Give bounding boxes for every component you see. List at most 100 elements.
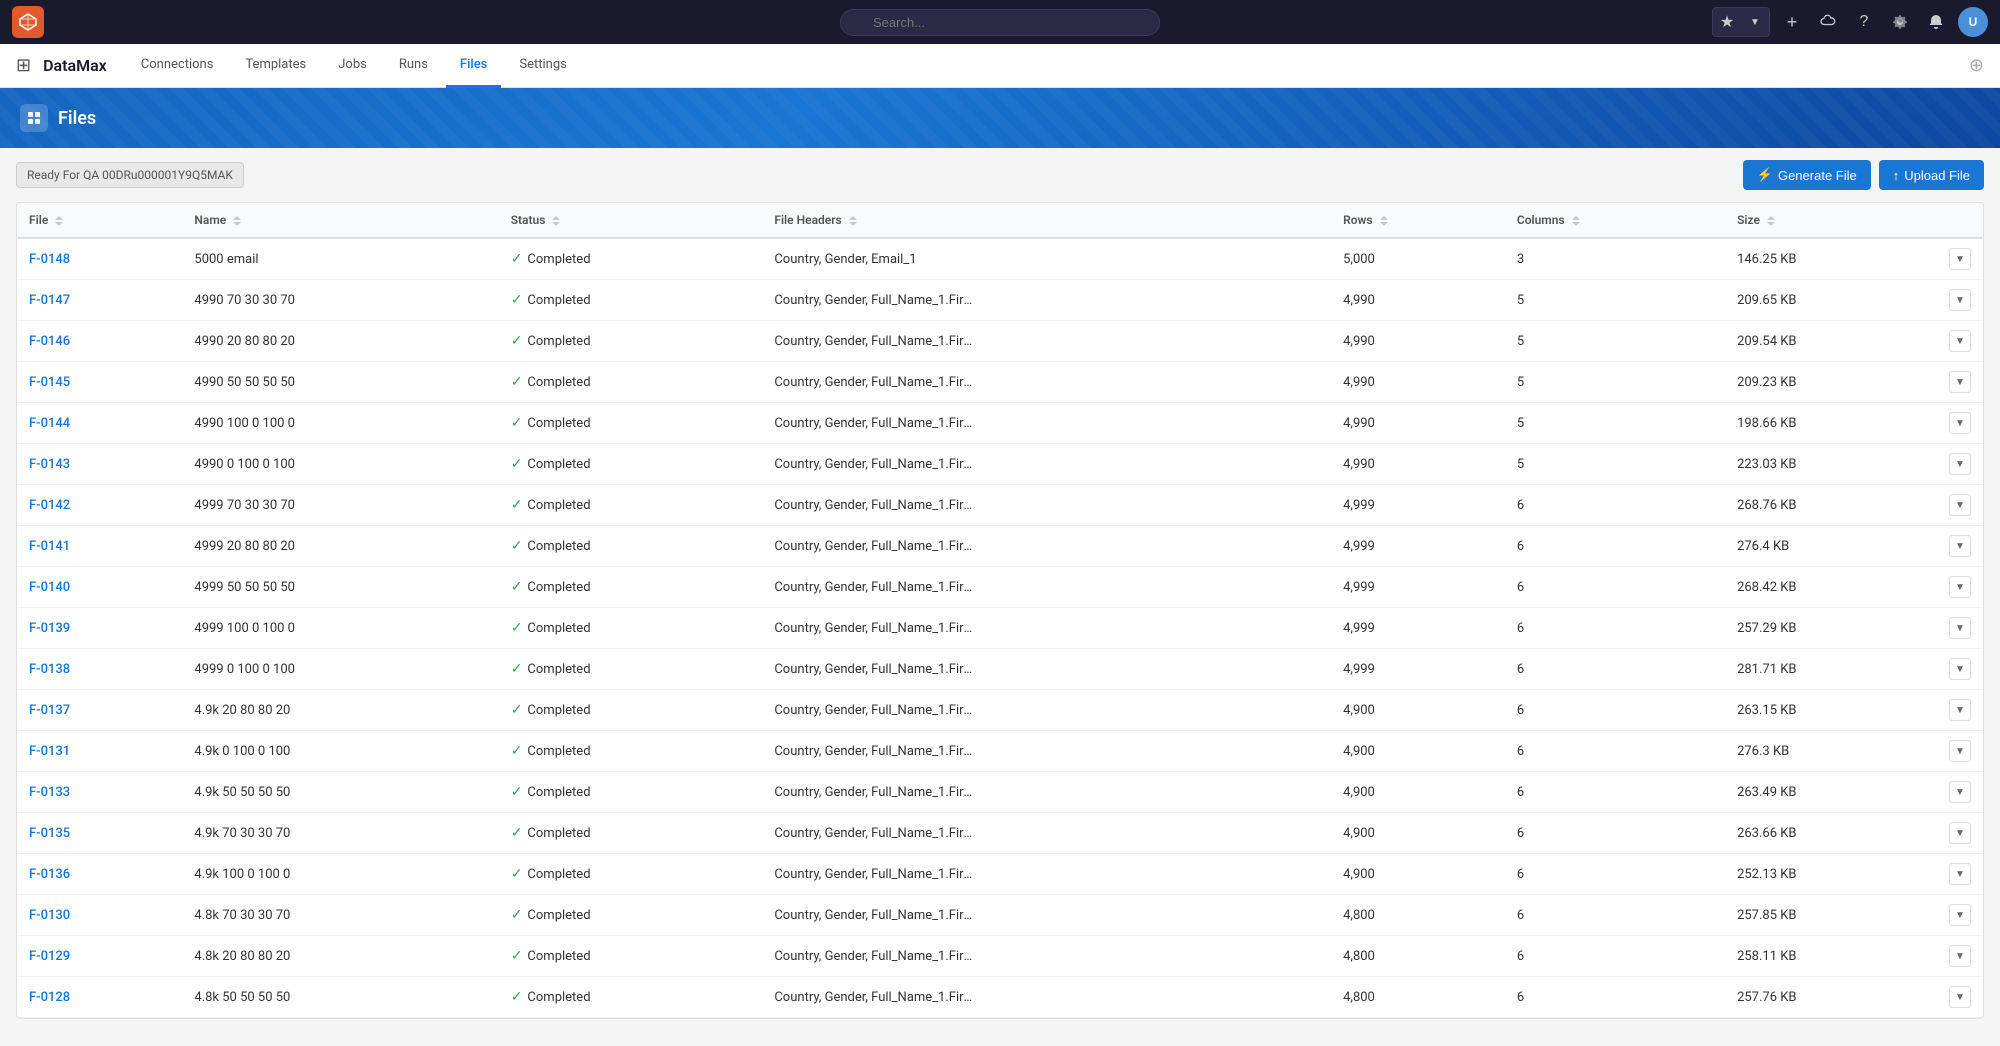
cell-rows-12: 4,900 bbox=[1331, 731, 1505, 772]
file-headers-16: Country, Gender, Full_Name_1.FirstNa... bbox=[774, 908, 974, 923]
row-action-dropdown-18[interactable]: ▼ bbox=[1949, 986, 1971, 1008]
table-row: F-0140 4999 50 50 50 50 ✓ Completed Coun… bbox=[17, 567, 1983, 608]
col-file-headers[interactable]: File Headers bbox=[762, 203, 1331, 238]
row-action-dropdown-7[interactable]: ▼ bbox=[1949, 535, 1971, 557]
nav-settings[interactable]: Settings bbox=[505, 44, 580, 88]
upload-file-button[interactable]: ↑ Upload File bbox=[1879, 160, 1984, 190]
nav-templates[interactable]: Templates bbox=[231, 44, 320, 88]
row-action-dropdown-9[interactable]: ▼ bbox=[1949, 617, 1971, 639]
row-action-dropdown-14[interactable]: ▼ bbox=[1949, 822, 1971, 844]
status-label-1: Completed bbox=[527, 293, 590, 308]
file-link-1[interactable]: F-0147 bbox=[29, 293, 70, 308]
cloud-button[interactable] bbox=[1814, 8, 1842, 36]
row-action-dropdown-15[interactable]: ▼ bbox=[1949, 863, 1971, 885]
file-headers-10: Country, Gender, Full_Name_1.FirstNa... bbox=[774, 662, 974, 677]
file-link-8[interactable]: F-0140 bbox=[29, 580, 70, 595]
file-link-6[interactable]: F-0142 bbox=[29, 498, 70, 513]
col-file[interactable]: File bbox=[17, 203, 182, 238]
row-action-dropdown-5[interactable]: ▼ bbox=[1949, 453, 1971, 475]
row-action-dropdown-3[interactable]: ▼ bbox=[1949, 371, 1971, 393]
file-link-11[interactable]: F-0137 bbox=[29, 703, 70, 718]
app-logo[interactable] bbox=[12, 6, 44, 38]
file-link-17[interactable]: F-0129 bbox=[29, 949, 70, 964]
row-action-dropdown-17[interactable]: ▼ bbox=[1949, 945, 1971, 967]
status-label-11: Completed bbox=[527, 703, 590, 718]
help-button[interactable]: ? bbox=[1850, 8, 1878, 36]
nav-jobs[interactable]: Jobs bbox=[324, 44, 381, 88]
cell-file-14: F-0135 bbox=[17, 813, 182, 854]
col-status[interactable]: Status bbox=[499, 203, 763, 238]
page-banner: Files bbox=[0, 88, 2000, 148]
row-action-dropdown-2[interactable]: ▼ bbox=[1949, 330, 1971, 352]
cell-name-1: 4990 70 30 30 70 bbox=[182, 280, 498, 321]
cell-columns-10: 6 bbox=[1505, 649, 1725, 690]
row-action-dropdown-13[interactable]: ▼ bbox=[1949, 781, 1971, 803]
row-action-dropdown-12[interactable]: ▼ bbox=[1949, 740, 1971, 762]
cell-file-8: F-0140 bbox=[17, 567, 182, 608]
generate-icon: ⚡ bbox=[1757, 167, 1773, 183]
cell-columns-2: 5 bbox=[1505, 321, 1725, 362]
col-rows[interactable]: Rows bbox=[1331, 203, 1505, 238]
file-headers-13: Country, Gender, Full_Name_1.FirstNa... bbox=[774, 785, 974, 800]
file-link-15[interactable]: F-0136 bbox=[29, 867, 70, 882]
status-check-icon-17: ✓ bbox=[511, 948, 523, 964]
file-link-13[interactable]: F-0133 bbox=[29, 785, 70, 800]
file-link-5[interactable]: F-0143 bbox=[29, 457, 70, 472]
app-brand: DataMax bbox=[43, 56, 107, 75]
notifications-button[interactable] bbox=[1922, 8, 1950, 36]
sort-icon-file bbox=[55, 216, 63, 226]
bookmark-dropdown-button[interactable]: ▼ bbox=[1741, 8, 1769, 36]
status-check-icon-15: ✓ bbox=[511, 866, 523, 882]
add-button[interactable]: + bbox=[1778, 8, 1806, 36]
row-action-dropdown-1[interactable]: ▼ bbox=[1949, 289, 1971, 311]
row-action-dropdown-0[interactable]: ▼ bbox=[1949, 248, 1971, 270]
top-nav-right: ★ ▼ + ? U bbox=[1712, 7, 1988, 37]
nav-runs[interactable]: Runs bbox=[385, 44, 442, 88]
col-size[interactable]: Size bbox=[1725, 203, 1937, 238]
cell-rows-14: 4,900 bbox=[1331, 813, 1505, 854]
cell-name-18: 4.8k 50 50 50 50 bbox=[182, 977, 498, 1018]
row-action-dropdown-16[interactable]: ▼ bbox=[1949, 904, 1971, 926]
file-link-0[interactable]: F-0148 bbox=[29, 252, 70, 267]
cell-headers-1: Country, Gender, Full_Name_1.FirstNa... bbox=[762, 280, 1331, 321]
file-link-10[interactable]: F-0138 bbox=[29, 662, 70, 677]
row-action-dropdown-8[interactable]: ▼ bbox=[1949, 576, 1971, 598]
settings-button[interactable] bbox=[1886, 8, 1914, 36]
file-link-3[interactable]: F-0145 bbox=[29, 375, 70, 390]
filter-tag[interactable]: Ready For QA 00DRu000001Y9Q5MAK bbox=[16, 162, 244, 188]
cell-status-2: ✓ Completed bbox=[499, 321, 763, 362]
row-action-dropdown-4[interactable]: ▼ bbox=[1949, 412, 1971, 434]
file-link-18[interactable]: F-0128 bbox=[29, 990, 70, 1005]
file-link-7[interactable]: F-0141 bbox=[29, 539, 70, 554]
status-label-10: Completed bbox=[527, 662, 590, 677]
nav-connections[interactable]: Connections bbox=[127, 44, 228, 88]
files-table: File Name Status bbox=[17, 203, 1983, 1018]
file-link-4[interactable]: F-0144 bbox=[29, 416, 70, 431]
row-action-dropdown-10[interactable]: ▼ bbox=[1949, 658, 1971, 680]
search-input[interactable] bbox=[840, 9, 1160, 36]
table-row: F-0142 4999 70 30 30 70 ✓ Completed Coun… bbox=[17, 485, 1983, 526]
col-name[interactable]: Name bbox=[182, 203, 498, 238]
bookmark-button[interactable]: ★ bbox=[1713, 8, 1741, 36]
nav-files[interactable]: Files bbox=[446, 44, 501, 88]
app-nav-action-button[interactable]: ⊕ bbox=[1969, 55, 1984, 76]
file-link-2[interactable]: F-0146 bbox=[29, 334, 70, 349]
file-headers-5: Country, Gender, Full_Name_1.FirstNa... bbox=[774, 457, 974, 472]
cell-columns-1: 5 bbox=[1505, 280, 1725, 321]
table-row: F-0141 4999 20 80 80 20 ✓ Completed Coun… bbox=[17, 526, 1983, 567]
cell-file-1: F-0147 bbox=[17, 280, 182, 321]
file-headers-3: Country, Gender, Full_Name_1.FirstNa... bbox=[774, 375, 974, 390]
sort-icon-rows bbox=[1380, 216, 1388, 226]
grid-icon[interactable]: ⊞ bbox=[16, 55, 31, 76]
file-link-12[interactable]: F-0131 bbox=[29, 744, 70, 759]
user-avatar[interactable]: U bbox=[1958, 7, 1988, 37]
row-action-dropdown-11[interactable]: ▼ bbox=[1949, 699, 1971, 721]
col-columns[interactable]: Columns bbox=[1505, 203, 1725, 238]
cell-name-3: 4990 50 50 50 50 bbox=[182, 362, 498, 403]
file-link-14[interactable]: F-0135 bbox=[29, 826, 70, 841]
row-action-dropdown-6[interactable]: ▼ bbox=[1949, 494, 1971, 516]
cell-columns-4: 5 bbox=[1505, 403, 1725, 444]
generate-file-button[interactable]: ⚡ Generate File bbox=[1743, 160, 1871, 190]
file-link-16[interactable]: F-0130 bbox=[29, 908, 70, 923]
file-link-9[interactable]: F-0139 bbox=[29, 621, 70, 636]
